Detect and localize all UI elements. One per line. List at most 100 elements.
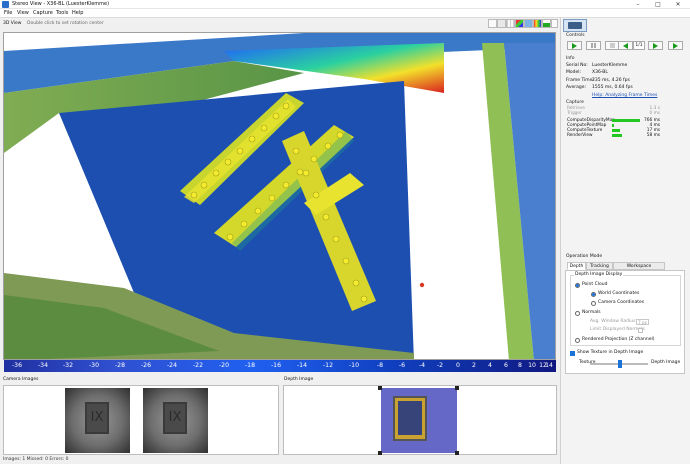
- status-bar: Images: 1 Missed: 0 Errors: 0: [3, 457, 69, 462]
- limit-normals-label: Limit Displayed Normals: [590, 327, 645, 332]
- close-button[interactable]: ✕: [668, 0, 688, 9]
- slider-handle[interactable]: [618, 360, 622, 368]
- 3d-viewport[interactable]: [3, 32, 556, 360]
- axis-icon[interactable]: [515, 19, 524, 28]
- right-camera-image[interactable]: IX: [143, 388, 208, 453]
- last-frame-button[interactable]: [668, 41, 683, 50]
- grid-icon[interactable]: [506, 19, 515, 28]
- tab-tracking[interactable]: Tracking: [586, 262, 613, 270]
- menu-capture[interactable]: Capture: [33, 9, 53, 17]
- colorbar-tick: -30: [88, 362, 100, 369]
- avg-radius-label: Avg. Window Radius: [590, 319, 636, 324]
- colorbar-tick: -4: [418, 362, 426, 369]
- colorbar-tick: -6: [398, 362, 406, 369]
- colorbar-tick: -14: [296, 362, 308, 369]
- chart-icon[interactable]: [542, 19, 551, 28]
- camera-icon: [568, 22, 582, 29]
- camera-coordinates-label: Camera Coordinates: [598, 300, 645, 305]
- limit-normals-checkbox[interactable]: [638, 328, 643, 333]
- info-value: 1555 ms, 0.64 fps: [592, 85, 633, 90]
- capture-step-label: Trigger: [567, 111, 582, 116]
- cube-icon[interactable]: [524, 19, 533, 28]
- tab-depth[interactable]: Depth: [567, 262, 586, 270]
- colorbar-tick: -34: [37, 362, 49, 369]
- group-title: Depth Image Display: [574, 272, 624, 277]
- normals-radio[interactable]: [575, 311, 580, 316]
- colorbar-tick: -2: [436, 362, 444, 369]
- window-title: Stereo View - X36-BL (LuesterKlemme): [12, 1, 110, 7]
- camera-images-header: Camera Images: [3, 377, 39, 382]
- capture-step-time: 58 ms: [646, 133, 660, 138]
- resize-handle[interactable]: [378, 386, 382, 390]
- info-header: Info: [566, 56, 575, 61]
- camera-icon[interactable]: [488, 19, 497, 28]
- capture-time-bar: [612, 134, 622, 137]
- next-frame-button[interactable]: [648, 41, 663, 50]
- maximize-button[interactable]: □: [648, 0, 668, 9]
- play-button[interactable]: [567, 41, 582, 50]
- colorbar-tick: -20: [218, 362, 230, 369]
- capture-step-label: RenderView: [567, 133, 593, 138]
- capture-time-bar: [612, 119, 640, 122]
- info-label: Average:: [566, 85, 586, 90]
- colorbar-tick: -10: [348, 362, 360, 369]
- controls-header: Controls: [566, 33, 585, 38]
- view-tab-label[interactable]: 3D View: [3, 21, 21, 27]
- colorbar-tick: -36: [11, 362, 23, 369]
- pointer-icon[interactable]: [551, 19, 558, 28]
- view-hint: Double click to set rotation center: [27, 21, 104, 26]
- menu-view[interactable]: View: [17, 9, 29, 17]
- colorbar-tick: -8: [376, 362, 384, 369]
- menu-help[interactable]: Help: [72, 9, 83, 17]
- camera-coordinates-radio[interactable]: [591, 301, 596, 306]
- left-camera-image[interactable]: IX: [65, 388, 130, 453]
- point-cloud-label: Point Cloud: [582, 282, 608, 287]
- prev-frame-button[interactable]: [618, 41, 633, 50]
- info-label: Frame Time:: [566, 78, 594, 83]
- operation-mode-header: Operation Mode: [566, 254, 603, 259]
- part-tile: IX: [163, 402, 187, 434]
- depth-image-label: Depth Image: [651, 360, 681, 365]
- part-tile: IX: [85, 402, 109, 434]
- point-cloud-render: [4, 33, 555, 359]
- rendered-projection-radio[interactable]: [575, 338, 580, 343]
- colorbar-tick: -32: [62, 362, 74, 369]
- world-coordinates-label: World Coordinates: [598, 291, 640, 296]
- part-mark: IX: [168, 410, 182, 425]
- avg-radius-spinbox[interactable]: 7 px: [636, 319, 649, 325]
- tab-workspace-calibration[interactable]: Workspace Calibration: [613, 262, 665, 277]
- capture-time-bar: [612, 129, 620, 132]
- pause-button[interactable]: [586, 41, 601, 50]
- colorbar-tick: 14: [545, 362, 553, 369]
- camera-images-panel[interactable]: [3, 385, 279, 455]
- info-value: 235 ms, 4.26 fps: [592, 78, 630, 83]
- help-frame-times-link[interactable]: Help: Analyzing Frame Times: [592, 93, 657, 99]
- info-value: LuesterKlemme: [592, 63, 628, 68]
- info-label: Model:: [566, 70, 582, 75]
- menu-file[interactable]: File: [4, 9, 12, 17]
- colorbar-tick: -16: [270, 362, 282, 369]
- colorbar-tick: -28: [114, 362, 126, 369]
- info-label: Serial No:: [566, 63, 588, 68]
- capture-time-bar: [612, 124, 614, 127]
- app-icon: [2, 1, 9, 8]
- resize-handle[interactable]: [455, 386, 459, 390]
- normals-label: Normals: [582, 310, 601, 315]
- info-value: X36-BL: [592, 70, 608, 75]
- world-coordinates-radio[interactable]: [591, 292, 596, 297]
- point-cloud-radio[interactable]: [575, 283, 580, 288]
- menu-tools[interactable]: Tools: [56, 9, 68, 17]
- colorbar-tick: -26: [140, 362, 152, 369]
- show-texture-checkbox[interactable]: [570, 351, 575, 356]
- rendered-projection-label: Rendered Projection (Z channel): [582, 337, 655, 342]
- frame-counter[interactable]: 1/1: [633, 41, 645, 50]
- capture-step-time: 0 ms: [649, 111, 660, 116]
- colorbar-tick: -12: [322, 362, 334, 369]
- minimize-button[interactable]: –: [628, 0, 648, 9]
- colorbar-tick: -24: [166, 362, 178, 369]
- palette-icon[interactable]: [533, 19, 542, 28]
- rotate-icon[interactable]: [497, 19, 506, 28]
- depth-image-header: Depth Image: [284, 377, 314, 382]
- depth-part-inner: [398, 401, 422, 435]
- colorbar-tick: -22: [192, 362, 204, 369]
